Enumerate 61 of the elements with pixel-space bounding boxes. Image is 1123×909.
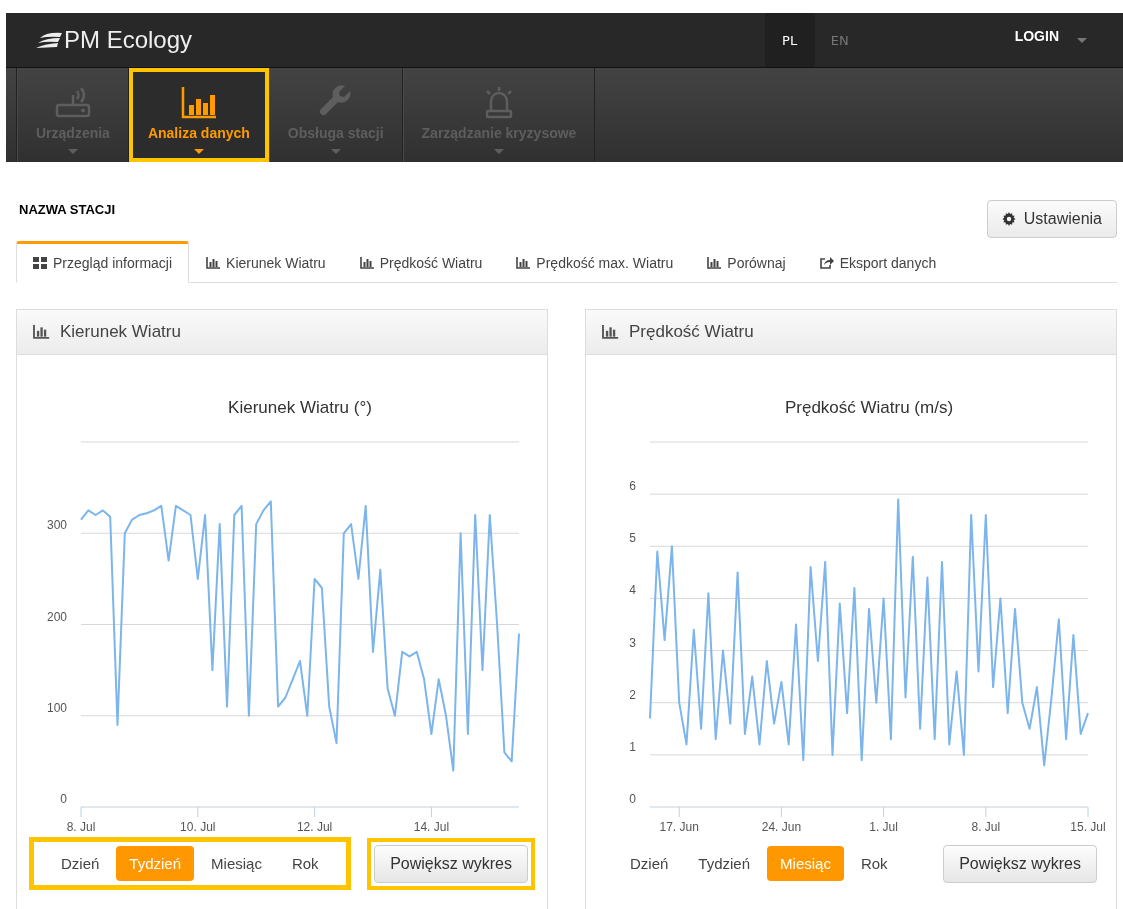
logo-icon xyxy=(36,32,62,48)
language-link[interactable]: PL xyxy=(764,13,815,67)
period-button[interactable]: Rok xyxy=(847,846,901,881)
y-axis-label: 4 xyxy=(629,583,636,598)
y-axis-label: 5 xyxy=(629,531,636,546)
logo-text: PM Ecology xyxy=(64,26,193,54)
caret-icon xyxy=(193,149,204,154)
panel-title: Kierunek Wiatru xyxy=(60,322,181,342)
grid-icon xyxy=(33,257,47,269)
caret-icon xyxy=(493,149,504,154)
x-axis-label: 8. Jul xyxy=(66,820,96,834)
settings-icon xyxy=(1001,212,1016,226)
y-axis-label: 3 xyxy=(629,635,636,650)
y-axis-label: 200 xyxy=(46,609,67,624)
period-button[interactable]: Dzień xyxy=(617,846,682,881)
bar-chart-icon xyxy=(32,325,50,339)
caret-icon xyxy=(67,149,78,154)
x-axis-label: 12. Jul xyxy=(296,820,333,834)
x-axis-label: 8. Jul xyxy=(971,820,1001,834)
period-button[interactable]: Rok xyxy=(278,846,332,881)
y-axis-label: 2 xyxy=(629,687,636,702)
enlarge-chart-button[interactable]: Powiększ wykres xyxy=(374,844,528,883)
enlarge-chart-button[interactable]: Powiększ wykres xyxy=(943,844,1097,883)
caret-icon xyxy=(330,149,341,154)
tab[interactable]: Eksport danych xyxy=(802,241,954,282)
bar-chart-icon xyxy=(359,256,374,269)
tab[interactable]: Porównaj xyxy=(690,241,803,282)
export-icon xyxy=(819,256,834,269)
tab[interactable]: Prędkość Wiatru xyxy=(342,241,500,282)
tab[interactable]: Prędkość max. Wiatru xyxy=(499,241,691,282)
y-axis-label: 0 xyxy=(60,792,67,806)
y-axis-label: 0 xyxy=(629,792,636,806)
y-axis-label: 1 xyxy=(629,739,636,754)
x-axis-label: 10. Jul xyxy=(180,820,216,834)
x-axis-label: 15. Jul xyxy=(1070,820,1106,834)
chart-title: Prędkość Wiatru (m/s) xyxy=(784,398,954,417)
x-axis-label: 17. Jun xyxy=(659,820,699,834)
tab[interactable]: Przegląd informacji xyxy=(16,241,190,283)
chart-title: Kierunek Wiatru (°) xyxy=(228,398,372,417)
caret-icon xyxy=(1077,37,1087,43)
y-axis-label: 100 xyxy=(46,700,67,715)
station-title: NAZWA STACJI xyxy=(19,202,116,217)
y-axis-label: 6 xyxy=(629,479,636,494)
bar-chart-icon xyxy=(601,325,619,339)
login-link[interactable]: LOGIN xyxy=(1014,28,1059,44)
bar-chart-icon xyxy=(516,256,531,269)
tab[interactable]: Kierunek Wiatru xyxy=(189,241,343,282)
panel-title: Prędkość Wiatru xyxy=(629,322,754,342)
period-button[interactable]: Miesiąc xyxy=(198,846,275,881)
nav-item[interactable]: Analiza danych xyxy=(128,68,269,162)
x-axis-label: 1. Jul xyxy=(869,820,898,834)
x-axis-label: 14. Jul xyxy=(413,820,450,834)
router-icon xyxy=(54,85,91,119)
x-axis-label: 24. Jun xyxy=(761,820,802,834)
y-axis-label: 300 xyxy=(46,518,67,533)
bar-chart-icon xyxy=(180,85,217,119)
bar-chart-icon xyxy=(707,256,722,269)
settings-button[interactable]: Ustawienia xyxy=(986,200,1117,238)
period-button[interactable]: Tydzień xyxy=(685,846,764,881)
period-button[interactable]: Dzień xyxy=(48,846,113,881)
bar-chart-icon xyxy=(206,256,221,269)
